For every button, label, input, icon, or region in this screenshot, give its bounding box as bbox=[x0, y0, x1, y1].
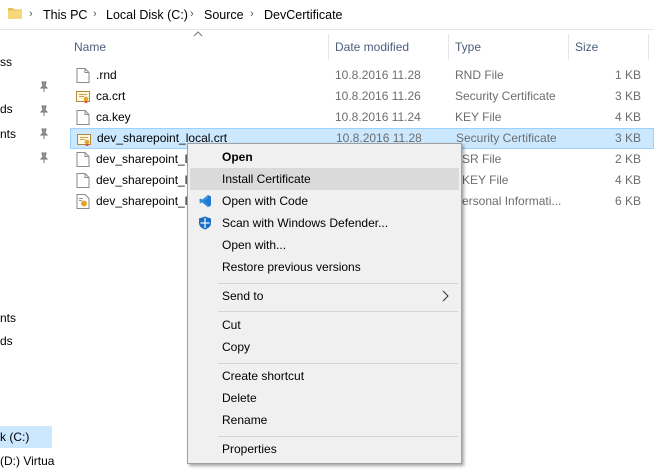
nav-item-virtual-drive[interactable]: (D:) Virtua bbox=[0, 450, 60, 472]
chevron-right-icon bbox=[442, 290, 449, 302]
sort-ascending-icon bbox=[193, 31, 203, 37]
file-type: Security Certificate bbox=[456, 131, 557, 145]
column-divider[interactable] bbox=[448, 34, 449, 60]
nav-item[interactable]: nts bbox=[0, 307, 60, 329]
generic-file-icon bbox=[76, 152, 90, 167]
menu-separator bbox=[218, 436, 458, 437]
menu-item-delete[interactable]: Delete bbox=[190, 387, 459, 409]
menu-item-open-with[interactable]: Open with... bbox=[190, 234, 459, 256]
file-date: 10.8.2016 11.24 bbox=[335, 110, 421, 124]
menu-item-properties[interactable]: Properties bbox=[190, 438, 459, 460]
file-date: 10.8.2016 11.28 bbox=[335, 68, 421, 82]
file-row[interactable]: ca.crt 10.8.2016 11.26 Security Certific… bbox=[70, 86, 654, 107]
menu-separator bbox=[218, 311, 458, 312]
menu-item-copy[interactable]: Copy bbox=[190, 336, 459, 358]
vscode-icon bbox=[199, 195, 211, 207]
pin-icon[interactable] bbox=[38, 105, 50, 117]
column-divider[interactable] bbox=[328, 34, 329, 60]
file-name: dev_sharepoint_lo bbox=[96, 152, 195, 166]
file-size: 4 KB bbox=[614, 110, 641, 124]
column-divider[interactable] bbox=[648, 34, 649, 60]
context-menu: Open Install Certificate Open with Code … bbox=[187, 143, 462, 464]
menu-item-rename[interactable]: Rename bbox=[190, 409, 459, 431]
address-bar[interactable]: › This PC › Local Disk (C:) › Source › D… bbox=[0, 0, 654, 30]
nav-item[interactable]: nts bbox=[0, 123, 60, 145]
pin-icon[interactable] bbox=[38, 81, 50, 93]
column-divider[interactable] bbox=[568, 34, 569, 60]
breadcrumb-local-disk[interactable]: Local Disk (C:) bbox=[106, 8, 188, 22]
file-row[interactable]: ca.key 10.8.2016 11.24 KEY File 4 KB bbox=[70, 107, 654, 128]
menu-item-open-with-code[interactable]: Open with Code bbox=[190, 190, 459, 212]
file-size: 4 KB bbox=[614, 173, 641, 187]
nav-item-local-disk[interactable]: k (C:) bbox=[0, 426, 52, 448]
certificate-icon bbox=[76, 91, 90, 104]
column-header-date[interactable]: Date modified bbox=[335, 38, 409, 58]
folder-icon bbox=[8, 8, 22, 19]
windows-defender-icon bbox=[199, 216, 211, 230]
generic-file-icon bbox=[76, 173, 90, 188]
file-size: 3 KB bbox=[614, 131, 641, 145]
breadcrumb-devcertificate[interactable]: DevCertificate bbox=[264, 8, 343, 22]
file-date: 10.8.2016 11.26 bbox=[335, 89, 421, 103]
file-row[interactable]: .rnd 10.8.2016 11.28 RND File 1 KB bbox=[70, 65, 654, 86]
file-size: 2 KB bbox=[614, 152, 641, 166]
breadcrumb-separator: › bbox=[250, 8, 254, 20]
file-type: SR File bbox=[462, 152, 502, 166]
file-type: Security Certificate bbox=[455, 89, 556, 103]
navigation-pane: ss ds nts nts ds k (C:) (D:) Virtua bbox=[0, 30, 60, 475]
breadcrumb-this-pc[interactable]: This PC bbox=[43, 8, 87, 22]
menu-item-create-shortcut[interactable]: Create shortcut bbox=[190, 365, 459, 387]
menu-item-send-to[interactable]: Send to bbox=[190, 285, 459, 307]
breadcrumb-separator: › bbox=[29, 8, 33, 20]
column-header-size[interactable]: Size bbox=[575, 38, 598, 58]
file-name: ca.key bbox=[96, 110, 131, 124]
file-type: ersonal Informati... bbox=[462, 194, 562, 208]
certificate-icon bbox=[77, 134, 91, 147]
breadcrumb-source[interactable]: Source bbox=[204, 8, 244, 22]
pin-icon[interactable] bbox=[38, 128, 50, 140]
file-name: ca.crt bbox=[96, 89, 126, 103]
menu-separator bbox=[218, 363, 458, 364]
menu-item-scan-defender[interactable]: Scan with Windows Defender... bbox=[190, 212, 459, 234]
menu-item-open[interactable]: Open bbox=[190, 146, 459, 168]
pin-icon[interactable] bbox=[38, 152, 50, 164]
personal-info-icon bbox=[76, 194, 90, 209]
nav-item[interactable]: ds bbox=[0, 98, 60, 120]
nav-item[interactable]: ss bbox=[0, 51, 60, 73]
file-name: dev_sharepoint_lo bbox=[96, 173, 195, 187]
menu-item-restore-versions[interactable]: Restore previous versions bbox=[190, 256, 459, 278]
file-name: dev_sharepoint_lo bbox=[96, 194, 195, 208]
menu-separator bbox=[218, 283, 458, 284]
generic-file-icon bbox=[76, 68, 90, 83]
column-header-name[interactable]: Name bbox=[74, 38, 106, 58]
file-size: 3 KB bbox=[614, 89, 641, 103]
menu-item-cut[interactable]: Cut bbox=[190, 314, 459, 336]
nav-item[interactable]: ds bbox=[0, 330, 60, 352]
menu-item-install-certificate[interactable]: Install Certificate bbox=[190, 168, 459, 190]
file-name: .rnd bbox=[96, 68, 117, 82]
file-type: RND File bbox=[455, 68, 504, 82]
file-type: KEY File bbox=[455, 110, 502, 124]
breadcrumb-separator: › bbox=[190, 8, 194, 20]
breadcrumb-separator: › bbox=[93, 8, 97, 20]
file-size: 1 KB bbox=[614, 68, 641, 82]
column-header-type[interactable]: Type bbox=[455, 38, 481, 58]
file-size: 6 KB bbox=[614, 194, 641, 208]
generic-file-icon bbox=[76, 110, 90, 125]
file-type: KEY File bbox=[462, 173, 509, 187]
